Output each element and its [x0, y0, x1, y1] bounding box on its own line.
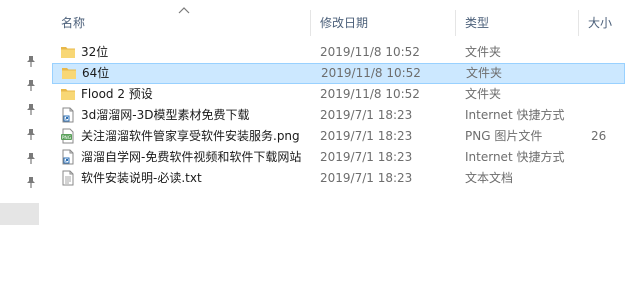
file-date: 2019/7/1 18:23 — [320, 129, 413, 143]
column-header-size[interactable]: 大小 — [579, 10, 625, 36]
pin-icon[interactable] — [26, 55, 36, 67]
file-type: PNG 图片文件 — [465, 129, 543, 143]
file-type: 文本文档 — [465, 171, 514, 185]
file-size — [591, 84, 625, 105]
pin-icon[interactable] — [26, 176, 36, 188]
file-name: 软件安装说明-必读.txt — [81, 171, 202, 185]
file-date: 2019/7/1 18:23 — [320, 171, 413, 185]
file-type: 文件夹 — [465, 45, 502, 59]
file-row[interactable]: 软件安装说明-必读.txt 2019/7/1 18:23 文本文档 — [52, 168, 625, 189]
file-size: 26 — [591, 129, 607, 143]
file-name: 溜溜自学网-免费软件视频和软件下载网站 — [81, 150, 302, 164]
file-row[interactable]: 64位 2019/11/8 10:52 文件夹 — [52, 63, 625, 84]
file-row[interactable]: Flood 2 预设 2019/11/8 10:52 文件夹 — [52, 84, 625, 105]
png-file-icon: PNG — [60, 128, 76, 144]
svg-text:PNG: PNG — [62, 135, 72, 141]
column-header-row: 名称 修改日期 类型 大小 — [52, 10, 625, 36]
file-name: 64位 — [82, 66, 110, 80]
column-header-type[interactable]: 类型 — [456, 10, 578, 36]
file-row[interactable]: 溜溜自学网-免费软件视频和软件下载网站 2019/7/1 18:23 Interne… — [52, 147, 625, 168]
file-type: 文件夹 — [466, 66, 503, 80]
file-name: 32位 — [81, 45, 109, 59]
file-date: 2019/11/8 10:52 — [321, 66, 421, 80]
pin-icon[interactable] — [26, 103, 36, 115]
internet-shortcut-icon — [60, 107, 76, 123]
nav-item-selected[interactable] — [0, 203, 39, 225]
file-date: 2019/7/1 18:23 — [320, 108, 413, 122]
file-row[interactable]: 32位 2019/11/8 10:52 文件夹 — [52, 42, 625, 63]
folder-icon — [60, 44, 76, 60]
pin-icon[interactable] — [26, 152, 36, 164]
file-size — [591, 105, 625, 126]
file-row[interactable]: PNG 关注溜溜软件管家享受软件安装服务.png 2019/7/1 18:23 PNG… — [52, 126, 625, 147]
folder-icon — [60, 86, 76, 102]
file-name: 关注溜溜软件管家享受软件安装服务.png — [81, 129, 300, 143]
file-type: 文件夹 — [465, 87, 502, 101]
file-type: Internet 快捷方式 — [465, 150, 565, 164]
file-date: 2019/11/8 10:52 — [320, 87, 420, 101]
column-header-date[interactable]: 修改日期 — [311, 10, 455, 36]
file-date: 2019/7/1 18:23 — [320, 150, 413, 164]
file-size — [591, 147, 625, 168]
pin-icon[interactable] — [26, 128, 36, 140]
file-type: Internet 快捷方式 — [465, 108, 565, 122]
folder-icon — [61, 65, 77, 81]
file-name: Flood 2 预设 — [81, 87, 153, 101]
file-size — [591, 168, 625, 189]
file-name: 3d溜溜网-3D模型素材免费下载 — [81, 108, 250, 122]
file-size — [592, 63, 625, 84]
file-size — [591, 42, 625, 63]
file-date: 2019/11/8 10:52 — [320, 45, 420, 59]
navigation-pane — [0, 0, 40, 292]
pin-icon[interactable] — [26, 79, 36, 91]
internet-shortcut-icon — [60, 149, 76, 165]
text-file-icon — [60, 170, 76, 186]
column-header-name[interactable]: 名称 — [52, 10, 310, 36]
file-row[interactable]: 3d溜溜网-3D模型素材免费下载 2019/7/1 18:23 Internet 快… — [52, 105, 625, 126]
